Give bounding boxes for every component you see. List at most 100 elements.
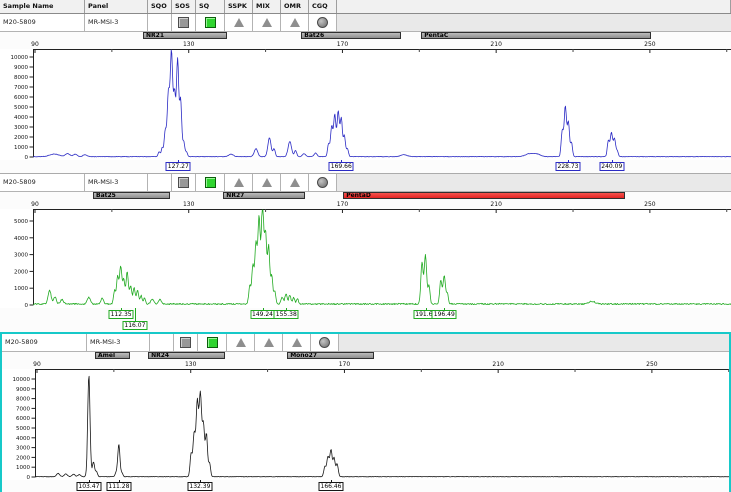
svg-text:1000: 1000: [14, 145, 28, 151]
sample-name-cell[interactable]: M20-5809: [0, 14, 85, 32]
flag-cell-sqo[interactable]: [148, 174, 172, 192]
flag-cell-sq[interactable]: [198, 334, 227, 352]
marker-strip: NR21 Bat26 PentaC: [0, 32, 731, 40]
svg-text:4000: 4000: [14, 115, 28, 121]
x-tick-label: 250: [646, 361, 657, 368]
marker-strip: Bat25 NR27 PentaD: [0, 192, 731, 200]
peak-size-label[interactable]: 127.27: [166, 162, 191, 171]
marker-bar-nr27[interactable]: NR27: [223, 192, 305, 199]
svg-text:7000: 7000: [14, 85, 28, 91]
svg-text:5000: 5000: [16, 426, 30, 432]
column-header-cgq[interactable]: CGQ: [309, 0, 337, 13]
x-tick-label: 130: [183, 201, 194, 208]
flag-cell-sqo[interactable]: [150, 334, 174, 352]
peak-size-label[interactable]: 132.39: [187, 482, 212, 491]
panel-name-cell[interactable]: MR-MSI-3: [85, 174, 148, 192]
flag-cell-omr[interactable]: [281, 174, 309, 192]
peak-size-label[interactable]: 149.24: [250, 310, 275, 319]
svg-text:8000: 8000: [16, 397, 30, 403]
column-header-sspk[interactable]: SSPK: [225, 0, 253, 13]
sample-row-panel[interactable]: M20-5809MR-MSI-3NR21Bat26PentaC901301702…: [0, 14, 731, 173]
sample-row-panel[interactable]: M20-5809MR-MSI-3Bat25NR27PentaD901301702…: [0, 173, 731, 332]
flag-cell-mix[interactable]: [253, 14, 281, 32]
column-header-omr[interactable]: OMR: [281, 0, 309, 13]
gray-square-icon: [178, 177, 189, 188]
x-tick-label: 170: [337, 201, 348, 208]
gray-circle-icon: [317, 177, 328, 188]
flag-cell-sos[interactable]: [174, 334, 198, 352]
sample-name-cell[interactable]: M20-5809: [2, 334, 87, 352]
flag-cell-cgq[interactable]: [309, 174, 337, 192]
flag-cell-sspk[interactable]: [227, 334, 255, 352]
sample-name-cell[interactable]: M20-5809: [0, 174, 85, 192]
marker-bar-amel[interactable]: Amel: [95, 352, 130, 359]
gray-square-icon: [178, 17, 189, 28]
flag-cell-sq[interactable]: [196, 14, 225, 32]
marker-bar-bat25[interactable]: Bat25: [93, 192, 170, 199]
peak-size-label[interactable]: 196.49: [432, 310, 457, 319]
flag-cell-sos[interactable]: [172, 14, 196, 32]
marker-bar-nr24[interactable]: NR24: [148, 352, 225, 359]
x-tick-label: 90: [31, 41, 39, 48]
peak-size-label[interactable]: 103.47: [76, 482, 101, 491]
column-header-panel[interactable]: Panel: [85, 0, 148, 13]
peak-size-label[interactable]: 112.35: [109, 310, 134, 319]
flag-cell-sqo[interactable]: [148, 14, 172, 32]
peak-size-label[interactable]: 116.07: [122, 321, 147, 330]
x-tick-label: 210: [492, 361, 503, 368]
marker-bar-mono27[interactable]: Mono27: [287, 352, 374, 359]
svg-text:5000: 5000: [14, 105, 28, 111]
column-header-sqo[interactable]: SQO: [148, 0, 172, 13]
svg-text:2000: 2000: [14, 135, 28, 141]
info-strip-filler: [337, 14, 731, 32]
gray-triangle-icon: [262, 178, 272, 187]
sample-row-panel[interactable]: M20-5809MR-MSI-3AmelNR24Mono279013017021…: [0, 332, 731, 492]
marker-bar-pentac[interactable]: PentaC: [421, 32, 651, 39]
flag-cell-mix[interactable]: [253, 174, 281, 192]
gray-circle-icon: [317, 17, 328, 28]
peak-size-label[interactable]: 169.66: [329, 162, 354, 171]
column-header-sq[interactable]: SQ: [196, 0, 225, 13]
info-strip-filler: [339, 334, 729, 352]
peak-size-label[interactable]: 166.46: [319, 482, 344, 491]
flag-cell-sos[interactable]: [172, 174, 196, 192]
gray-triangle-icon: [290, 178, 300, 187]
gray-triangle-icon: [234, 178, 244, 187]
flag-cell-mix[interactable]: [255, 334, 283, 352]
flag-cell-sq[interactable]: [196, 174, 225, 192]
peak-size-label[interactable]: 111.28: [106, 482, 131, 491]
flag-cell-omr[interactable]: [281, 14, 309, 32]
marker-bar-pentad[interactable]: PentaD: [343, 192, 625, 199]
svg-text:8000: 8000: [14, 75, 28, 81]
column-header-mix[interactable]: MIX: [253, 0, 281, 13]
peak-size-label[interactable]: 228.73: [556, 162, 581, 171]
svg-text:3000: 3000: [16, 446, 30, 452]
svg-text:10000: 10000: [11, 55, 29, 61]
flag-cell-sspk[interactable]: [225, 14, 253, 32]
column-header-sos[interactable]: SOS: [172, 0, 196, 13]
x-axis-labels: 90130170210250: [2, 360, 729, 369]
column-header-sample-name[interactable]: Sample Name: [0, 0, 85, 13]
svg-text:2000: 2000: [14, 269, 28, 275]
gray-circle-icon: [319, 337, 330, 348]
x-tick-label: 90: [33, 361, 41, 368]
sample-rows-container: M20-5809MR-MSI-3NR21Bat26PentaC901301702…: [0, 14, 731, 492]
marker-bar-nr21[interactable]: NR21: [143, 32, 227, 39]
panel-name-cell[interactable]: MR-MSI-3: [87, 334, 150, 352]
gray-triangle-icon: [292, 338, 302, 347]
marker-bar-bat26[interactable]: Bat26: [301, 32, 401, 39]
panel-name-cell[interactable]: MR-MSI-3: [85, 14, 148, 32]
x-tick-label: 250: [644, 201, 655, 208]
x-tick-label: 210: [490, 201, 501, 208]
flag-cell-cgq[interactable]: [311, 334, 339, 352]
flag-cell-omr[interactable]: [283, 334, 311, 352]
peak-size-label[interactable]: 155.38: [274, 310, 299, 319]
electropherogram-plot[interactable]: 010002000300040005000: [0, 209, 731, 308]
svg-text:2000: 2000: [16, 455, 30, 461]
flag-cell-cgq[interactable]: [309, 14, 337, 32]
peak-size-label[interactable]: 240.09: [599, 162, 624, 171]
electropherogram-plot[interactable]: 0100020003000400050006000700080009000100…: [0, 49, 731, 160]
electropherogram-plot[interactable]: 0100020003000400050006000700080009000100…: [2, 369, 731, 480]
flag-cell-sspk[interactable]: [225, 174, 253, 192]
gray-triangle-icon: [262, 18, 272, 27]
